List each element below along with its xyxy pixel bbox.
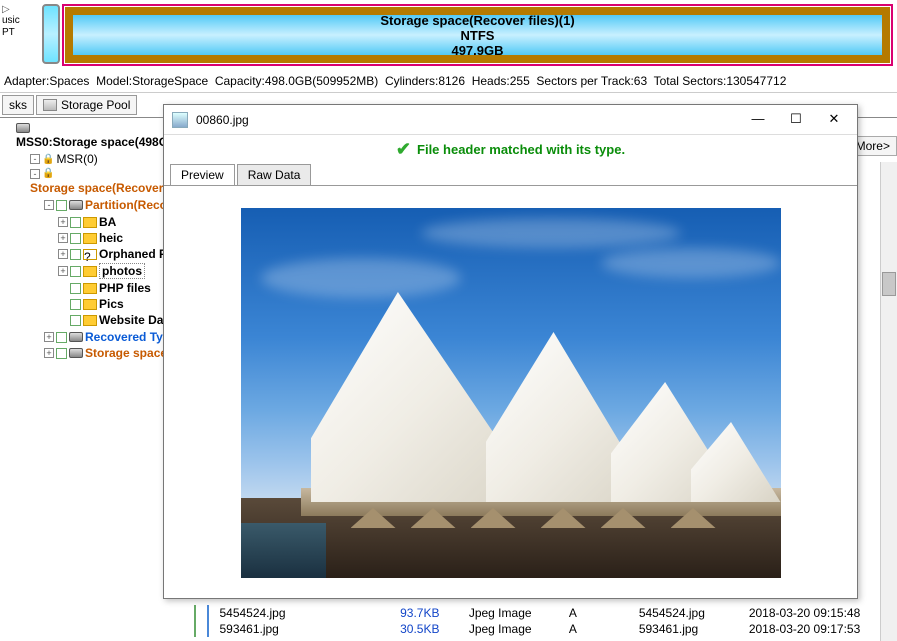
tree-website[interactable]: Website Data xyxy=(58,312,165,328)
tree-orphaned[interactable]: +?Orphaned File xyxy=(58,246,165,262)
file-row[interactable]: 593461.jpg 30.5KB Jpeg Image A 593461.jp… xyxy=(190,621,897,637)
tree-root-label: MSS0:Storage space(498G xyxy=(16,135,165,149)
left-info-strip: ▷ usic PT xyxy=(0,0,40,70)
disk-icon xyxy=(16,123,30,133)
partition-icon xyxy=(69,200,83,210)
image-preview-area xyxy=(164,186,857,598)
tree-storage-recover[interactable]: -🔒Storage space(Recover -Partition(Recog… xyxy=(30,167,165,362)
chevron-right-icon: ▷ xyxy=(2,4,38,15)
window-title: 00860.jpg xyxy=(196,113,249,127)
checkbox[interactable] xyxy=(194,605,196,621)
tree-php[interactable]: PHP files xyxy=(58,280,165,296)
volume-gauge xyxy=(42,4,60,64)
disk-partition-block[interactable]: Storage space(Recover files)(1) NTFS 497… xyxy=(62,4,893,66)
tree-heic[interactable]: +heic xyxy=(58,230,165,246)
leftover-text-1: usic xyxy=(2,15,38,27)
minimize-button[interactable]: — xyxy=(743,109,773,131)
tree-photos[interactable]: +photos xyxy=(58,262,165,280)
folder-icon xyxy=(83,233,97,244)
tab-preview[interactable]: Preview xyxy=(170,164,235,185)
partition-icon xyxy=(69,332,83,342)
expand-icon[interactable]: - xyxy=(44,200,54,210)
folder-icon xyxy=(83,299,97,310)
image-file-icon xyxy=(207,621,209,637)
expand-icon[interactable]: - xyxy=(30,154,40,164)
tree-ba[interactable]: +BA xyxy=(58,214,165,230)
lock-icon: 🔒 xyxy=(42,168,54,179)
unknown-folder-icon: ? xyxy=(83,249,97,260)
file-row[interactable]: 5454524.jpg 93.7KB Jpeg Image A 5454524.… xyxy=(190,605,897,621)
folder-icon xyxy=(83,266,97,277)
tree-root[interactable]: MSS0:Storage space(498G -🔒MSR(0) -🔒Stora… xyxy=(16,122,163,363)
window-titlebar[interactable]: 00860.jpg — ☐ ✕ xyxy=(164,105,857,135)
tree-storage-re[interactable]: +Storage space(Re xyxy=(44,345,165,361)
disk-fs: NTFS xyxy=(461,28,495,43)
tree-recovered-types[interactable]: +Recovered Types xyxy=(44,329,165,345)
tree-msr[interactable]: -🔒MSR(0) xyxy=(30,151,165,167)
image-file-icon xyxy=(207,605,209,621)
expand-icon[interactable]: - xyxy=(30,169,40,179)
checkbox[interactable] xyxy=(194,621,196,637)
file-list[interactable]: 5454524.jpg 93.7KB Jpeg Image A 5454524.… xyxy=(190,605,897,641)
preview-tabs: Preview Raw Data xyxy=(164,164,857,186)
scrollbar-thumb[interactable] xyxy=(882,272,896,296)
partition-icon xyxy=(69,348,83,358)
leftover-text-2: PT xyxy=(2,27,38,39)
status-message: File header matched with its type. xyxy=(417,142,625,157)
directory-tree[interactable]: MSS0:Storage space(498G -🔒MSR(0) -🔒Stora… xyxy=(0,118,165,641)
lock-icon: 🔒 xyxy=(42,154,54,165)
storage-pool-icon xyxy=(43,99,57,111)
maximize-button[interactable]: ☐ xyxy=(781,109,811,131)
disk-info-bar: Adapter:Spaces Model:StorageSpace Capaci… xyxy=(0,70,897,93)
folder-icon xyxy=(83,283,97,294)
tree-photos-label: photos xyxy=(99,263,145,279)
disk-size: 497.9GB xyxy=(451,43,503,58)
file-icon xyxy=(172,112,188,128)
tab-disks[interactable]: sks xyxy=(2,95,34,115)
tree-partition[interactable]: -Partition(Recogn +BA +heic +?Orphaned F… xyxy=(44,197,165,329)
preview-window: 00860.jpg — ☐ ✕ ✔ File header matched wi… xyxy=(163,104,858,599)
tab-raw-data[interactable]: Raw Data xyxy=(237,164,312,185)
checkbox[interactable] xyxy=(56,200,67,211)
folder-icon xyxy=(83,315,97,326)
file-status-bar: ✔ File header matched with its type. xyxy=(164,135,857,164)
checkmark-icon: ✔ xyxy=(396,139,411,160)
folder-icon xyxy=(83,217,97,228)
tab-storage-pool[interactable]: Storage Pool xyxy=(36,95,137,115)
preview-image xyxy=(241,208,781,578)
disk-title: Storage space(Recover files)(1) xyxy=(380,13,574,28)
tree-pics[interactable]: Pics xyxy=(58,296,165,312)
vertical-scrollbar[interactable] xyxy=(880,162,897,641)
close-button[interactable]: ✕ xyxy=(819,109,849,131)
